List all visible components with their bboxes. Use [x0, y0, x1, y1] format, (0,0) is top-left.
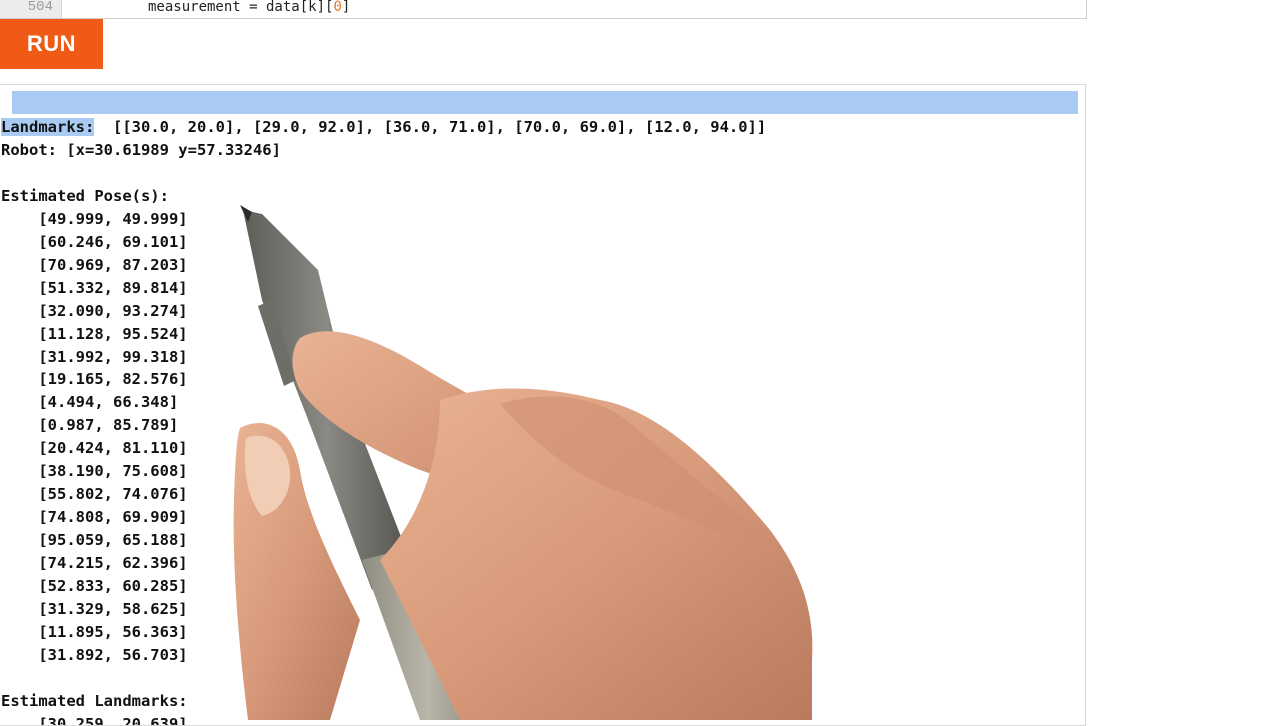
estimated-landmarks-list: [30.259, 20.639]: [1, 713, 766, 726]
line-number-gutter: 504: [0, 0, 62, 18]
landmark-estimate-entry: [30.259, 20.639]: [1, 714, 188, 726]
landmarks-label: Landmarks:: [1, 118, 95, 136]
landmarks-value: [[30.0, 20.0], [29.0, 92.0], [36.0, 71.0…: [113, 118, 767, 136]
robot-position: Robot: [x=30.61989 y=57.33246]: [1, 140, 281, 159]
pose-entry: [31.992, 99.318]: [1, 347, 188, 366]
run-button[interactable]: RUN: [0, 19, 103, 69]
code-text-end: ]: [341, 0, 351, 15]
estimated-poses-list: [49.999, 49.999] [60.246, 69.101] [70.96…: [1, 208, 766, 667]
estimated-landmarks-heading: Estimated Landmarks:: [1, 691, 188, 710]
output-panel[interactable]: Landmarks: [[30.0, 20.0], [29.0, 92.0], …: [0, 84, 1086, 726]
pose-entry: [52.833, 60.285]: [1, 577, 188, 596]
pose-entry: [74.808, 69.909]: [1, 508, 188, 527]
pose-entry: [11.128, 95.524]: [1, 324, 188, 343]
pose-entry: [55.802, 74.076]: [1, 485, 188, 504]
code-text: measurement = data[k][: [148, 0, 334, 15]
code-editor[interactable]: 504 measurement = data[k][0]: [0, 0, 1087, 19]
code-line[interactable]: measurement = data[k][0]: [148, 0, 350, 15]
program-output[interactable]: Landmarks: [[30.0, 20.0], [29.0, 92.0], …: [1, 116, 767, 726]
pose-entry: [32.090, 93.274]: [1, 301, 188, 320]
pose-entry: [20.424, 81.110]: [1, 439, 188, 458]
pose-entry: [49.999, 49.999]: [1, 209, 188, 228]
line-number: 504: [27, 0, 53, 15]
text-selection-highlight: [12, 91, 1078, 114]
pose-entry: [74.215, 62.396]: [1, 554, 188, 573]
pose-entry: [19.165, 82.576]: [1, 370, 188, 389]
pose-entry: [31.329, 58.625]: [1, 600, 188, 619]
pose-entry: [70.969, 87.203]: [1, 255, 188, 274]
pose-entry: [11.895, 56.363]: [1, 622, 188, 641]
estimated-poses-heading: Estimated Pose(s):: [1, 186, 169, 205]
pose-entry: [38.190, 75.608]: [1, 462, 188, 481]
pose-entry: [0.987, 85.789]: [1, 416, 179, 435]
pose-entry: [51.332, 89.814]: [1, 278, 188, 297]
pose-entry: [31.892, 56.703]: [1, 645, 188, 664]
pose-entry: [4.494, 66.348]: [1, 393, 179, 412]
code-index: 0: [333, 0, 342, 15]
pose-entry: [95.059, 65.188]: [1, 531, 188, 550]
pose-entry: [60.246, 69.101]: [1, 232, 188, 251]
